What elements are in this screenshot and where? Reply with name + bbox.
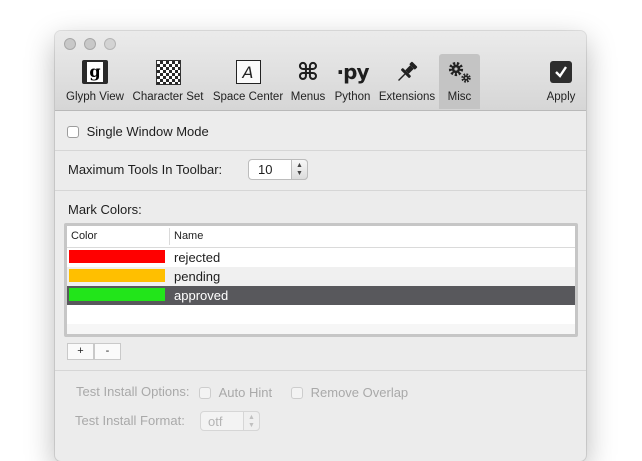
max-tools-label: Maximum Tools In Toolbar:: [68, 162, 223, 177]
toolbar: g Glyph View Character Set A Space Cente…: [55, 31, 586, 111]
divider: [55, 190, 586, 191]
remove-overlap-checkbox[interactable]: [291, 386, 303, 399]
tab-label: Glyph View: [66, 91, 124, 103]
test-install-format-label: Test Install Format:: [75, 413, 185, 428]
tab-label: Extensions: [378, 91, 436, 103]
test-install-format-popup[interactable]: otf ▲ ▼: [200, 411, 260, 431]
single-window-mode-checkbox[interactable]: [67, 125, 79, 138]
max-tools-stepper[interactable]: 10 ▲ ▼: [248, 159, 308, 180]
glyph-view-letter: g: [87, 62, 103, 82]
mark-name[interactable]: pending: [174, 269, 220, 284]
tab-label: Space Center: [212, 91, 284, 103]
close-window-button[interactable]: [64, 38, 76, 50]
tab-space-center[interactable]: A Space Center: [209, 54, 287, 109]
table-row-empty: [67, 305, 575, 324]
gears-icon: [445, 58, 475, 86]
color-swatch[interactable]: [69, 288, 165, 301]
divider: [55, 150, 586, 151]
table-header: Color Name: [67, 226, 575, 248]
stepper-arrows-icon[interactable]: ▲ ▼: [291, 159, 308, 180]
divider: [55, 370, 586, 371]
zoom-window-button[interactable]: [104, 38, 116, 50]
apply-checkmark-icon: [546, 58, 576, 86]
popup-arrows-icon[interactable]: ▲ ▼: [243, 411, 260, 431]
tab-python[interactable]: ·py Python: [330, 54, 375, 109]
preferences-window: g Glyph View Character Set A Space Cente…: [55, 31, 586, 461]
table-row[interactable]: rejected: [67, 248, 575, 267]
mark-colors-label: Mark Colors:: [68, 202, 142, 217]
space-center-icon: A: [233, 58, 263, 86]
table-row[interactable]: pending: [67, 267, 575, 286]
tab-label: Apply: [546, 91, 576, 103]
table-row-selected[interactable]: approved: [67, 286, 575, 305]
space-center-letter: A: [242, 62, 254, 82]
auto-hint-label: Auto Hint: [218, 385, 273, 401]
tab-extensions[interactable]: Extensions: [375, 54, 439, 109]
single-window-mode-row[interactable]: Single Window Mode: [67, 123, 209, 139]
auto-hint-option[interactable]: Auto Hint: [199, 384, 272, 400]
tab-menus[interactable]: ⌘ Menus: [287, 54, 329, 109]
python-glyph: ·py: [336, 60, 370, 84]
column-header-color[interactable]: Color: [71, 230, 97, 242]
remove-mark-color-button[interactable]: -: [94, 343, 121, 360]
minimize-window-button[interactable]: [84, 38, 96, 50]
remove-overlap-label: Remove Overlap: [310, 385, 409, 401]
tab-label: Misc: [447, 91, 472, 103]
checkerboard-icon: [153, 58, 183, 86]
remove-overlap-option[interactable]: Remove Overlap: [291, 384, 408, 400]
max-tools-value[interactable]: 10: [258, 162, 272, 177]
color-swatch[interactable]: [69, 250, 165, 263]
test-install-format-value[interactable]: otf: [208, 414, 222, 429]
mark-name[interactable]: approved: [174, 288, 228, 303]
tab-character-set[interactable]: Character Set: [129, 54, 207, 109]
python-icon: ·py: [336, 58, 370, 86]
pushpin-icon: [392, 58, 422, 86]
command-key-icon: ⌘: [293, 58, 323, 86]
add-mark-color-button[interactable]: +: [67, 343, 94, 360]
tab-misc[interactable]: Misc: [439, 54, 480, 109]
mark-name[interactable]: rejected: [174, 250, 220, 265]
tab-label: Python: [334, 91, 371, 103]
column-header-name[interactable]: Name: [174, 230, 203, 242]
mark-colors-table[interactable]: Color Name rejected pending approved: [64, 223, 578, 337]
test-install-options-label: Test Install Options:: [76, 384, 190, 399]
auto-hint-checkbox[interactable]: [199, 386, 211, 399]
tab-glyph-view[interactable]: g Glyph View: [59, 54, 131, 109]
color-swatch[interactable]: [69, 269, 165, 282]
glyph-view-icon: g: [80, 58, 110, 86]
single-window-mode-label: Single Window Mode: [86, 124, 209, 140]
apply-button[interactable]: Apply: [541, 54, 581, 109]
command-key-glyph: ⌘: [296, 58, 320, 86]
column-divider: [169, 228, 170, 245]
tab-label: Menus: [290, 91, 326, 103]
tab-label: Character Set: [132, 91, 204, 103]
